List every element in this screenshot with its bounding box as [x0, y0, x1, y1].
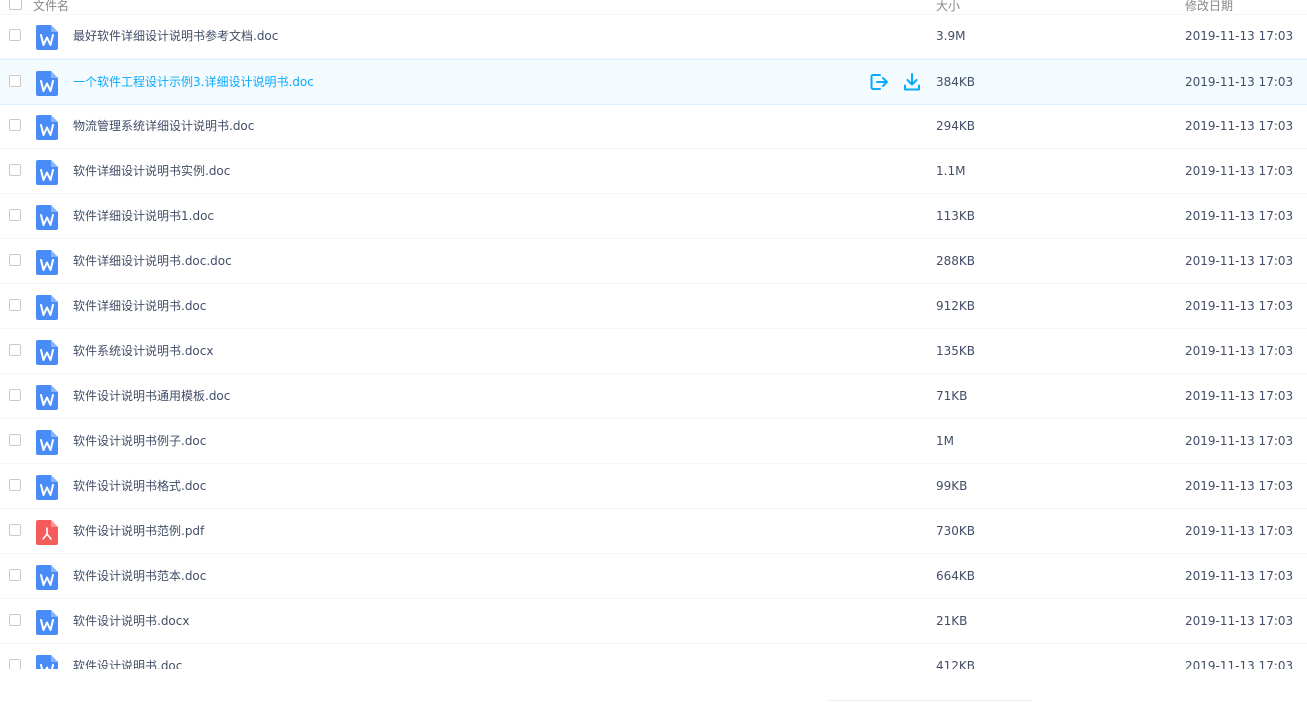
file-name-link[interactable]: 最好软件详细设计说明书参考文档.doc	[73, 29, 278, 43]
file-modified-date: 2019-11-13 17:03	[1185, 299, 1294, 313]
word-file-icon	[36, 250, 58, 275]
file-modified-date: 2019-11-13 17:03	[1185, 479, 1294, 493]
file-size: 3.9M	[936, 29, 966, 43]
file-name-link[interactable]: 软件设计说明书.doc	[73, 659, 182, 669]
word-file-icon	[36, 295, 58, 320]
file-row[interactable]: 软件设计说明书范本.doc 664KB 2019-11-13 17:03	[0, 554, 1307, 599]
file-modified-date: 2019-11-13 17:03	[1185, 119, 1294, 133]
file-checkbox[interactable]	[9, 164, 21, 176]
file-checkbox[interactable]	[9, 569, 21, 581]
file-row[interactable]: 软件系统设计说明书.docx 135KB 2019-11-13 17:03	[0, 329, 1307, 374]
file-row[interactable]: 软件设计说明书例子.doc 1M 2019-11-13 17:03	[0, 419, 1307, 464]
file-row[interactable]: 软件设计说明书.docx 21KB 2019-11-13 17:03	[0, 599, 1307, 644]
column-header-size[interactable]: 大小	[936, 0, 960, 14]
file-size: 730KB	[936, 524, 976, 538]
file-size: 1.1M	[936, 164, 966, 178]
file-row[interactable]: 软件设计说明书范例.pdf 730KB 2019-11-13 17:03	[0, 509, 1307, 554]
word-file-icon	[36, 565, 58, 590]
file-modified-date: 2019-11-13 17:03	[1185, 254, 1294, 268]
share-icon[interactable]	[869, 72, 889, 92]
column-header-date[interactable]: 修改日期	[1185, 0, 1233, 14]
scroll-divider	[828, 700, 1032, 701]
file-modified-date: 2019-11-13 17:03	[1185, 164, 1294, 178]
file-size: 384KB	[936, 75, 976, 89]
pdf-file-icon	[36, 520, 58, 545]
file-modified-date: 2019-11-13 17:03	[1185, 75, 1294, 89]
file-name-link[interactable]: 一个软件工程设计示例3.详细设计说明书.doc	[73, 75, 314, 89]
file-size: 664KB	[936, 569, 976, 583]
word-file-icon	[36, 71, 58, 96]
file-modified-date: 2019-11-13 17:03	[1185, 524, 1294, 538]
file-list: 文件名 大小 修改日期 最好软件详细设计说明书参考文档.doc 3.9M 2019-…	[0, 0, 1307, 669]
file-size: 1M	[936, 434, 954, 448]
file-row[interactable]: 软件详细设计说明书1.doc 113KB 2019-11-13 17:03	[0, 194, 1307, 239]
file-checkbox[interactable]	[9, 524, 21, 536]
file-row[interactable]: 物流管理系统详细设计说明书.doc 294KB 2019-11-13 17:03	[0, 104, 1307, 149]
file-name-link[interactable]: 软件设计说明书.docx	[73, 614, 189, 628]
file-name-link[interactable]: 软件系统设计说明书.docx	[73, 344, 213, 358]
word-file-icon	[36, 385, 58, 410]
column-header-name[interactable]: 文件名	[33, 0, 69, 14]
word-file-icon	[36, 25, 58, 50]
file-size: 113KB	[936, 209, 976, 223]
file-row[interactable]: 软件设计说明书格式.doc 99KB 2019-11-13 17:03	[0, 464, 1307, 509]
file-checkbox[interactable]	[9, 614, 21, 626]
file-size: 294KB	[936, 119, 976, 133]
file-row[interactable]: 软件详细设计说明书实例.doc 1.1M 2019-11-13 17:03	[0, 149, 1307, 194]
file-name-link[interactable]: 软件设计说明书格式.doc	[73, 479, 206, 493]
file-modified-date: 2019-11-13 17:03	[1185, 569, 1294, 583]
file-size: 21KB	[936, 614, 968, 628]
file-modified-date: 2019-11-13 17:03	[1185, 344, 1294, 358]
file-modified-date: 2019-11-13 17:03	[1185, 209, 1294, 223]
file-checkbox[interactable]	[9, 119, 21, 131]
file-checkbox[interactable]	[9, 434, 21, 446]
file-size: 288KB	[936, 254, 976, 268]
file-name-link[interactable]: 物流管理系统详细设计说明书.doc	[73, 119, 254, 133]
word-file-icon	[36, 430, 58, 455]
file-modified-date: 2019-11-13 17:03	[1185, 389, 1294, 403]
file-checkbox[interactable]	[9, 659, 21, 669]
file-size: 135KB	[936, 344, 976, 358]
file-checkbox[interactable]	[9, 254, 21, 266]
file-size: 99KB	[936, 479, 968, 493]
word-file-icon	[36, 655, 58, 669]
file-modified-date: 2019-11-13 17:03	[1185, 614, 1294, 628]
word-file-icon	[36, 610, 58, 635]
file-size: 912KB	[936, 299, 976, 313]
file-name-link[interactable]: 软件设计说明书范本.doc	[73, 569, 206, 583]
word-file-icon	[36, 160, 58, 185]
word-file-icon	[36, 340, 58, 365]
file-name-link[interactable]: 软件设计说明书范例.pdf	[73, 524, 204, 538]
select-all-checkbox[interactable]	[9, 0, 22, 10]
file-name-link[interactable]: 软件设计说明书例子.doc	[73, 434, 206, 448]
file-modified-date: 2019-11-13 17:03	[1185, 659, 1294, 669]
file-checkbox[interactable]	[9, 209, 21, 221]
file-checkbox[interactable]	[9, 29, 21, 41]
download-icon[interactable]	[902, 72, 922, 92]
file-row[interactable]: 软件设计说明书通用模板.doc 71KB 2019-11-13 17:03	[0, 374, 1307, 419]
file-checkbox[interactable]	[9, 75, 21, 87]
word-file-icon	[36, 115, 58, 140]
file-row[interactable]: 一个软件工程设计示例3.详细设计说明书.doc 384KB 2019-11-13 1…	[0, 59, 1307, 105]
file-row[interactable]: 软件设计说明书.doc 412KB 2019-11-13 17:03	[0, 644, 1307, 669]
word-file-icon	[36, 475, 58, 500]
file-row[interactable]: 最好软件详细设计说明书参考文档.doc 3.9M 2019-11-13 17:03	[0, 14, 1307, 59]
file-size: 71KB	[936, 389, 968, 403]
file-checkbox[interactable]	[9, 389, 21, 401]
file-name-link[interactable]: 软件详细设计说明书1.doc	[73, 209, 214, 223]
word-file-icon	[36, 205, 58, 230]
file-size: 412KB	[936, 659, 976, 669]
file-name-link[interactable]: 软件详细设计说明书.doc	[73, 299, 206, 313]
file-name-link[interactable]: 软件详细设计说明书.doc.doc	[73, 254, 232, 268]
file-row[interactable]: 软件详细设计说明书.doc 912KB 2019-11-13 17:03	[0, 284, 1307, 329]
file-modified-date: 2019-11-13 17:03	[1185, 29, 1294, 43]
file-checkbox[interactable]	[9, 299, 21, 311]
file-name-link[interactable]: 软件详细设计说明书实例.doc	[73, 164, 230, 178]
file-row[interactable]: 软件详细设计说明书.doc.doc 288KB 2019-11-13 17:03	[0, 239, 1307, 284]
file-modified-date: 2019-11-13 17:03	[1185, 434, 1294, 448]
file-checkbox[interactable]	[9, 344, 21, 356]
file-list-header: 文件名 大小 修改日期	[0, 0, 1307, 15]
file-checkbox[interactable]	[9, 479, 21, 491]
file-name-link[interactable]: 软件设计说明书通用模板.doc	[73, 389, 230, 403]
